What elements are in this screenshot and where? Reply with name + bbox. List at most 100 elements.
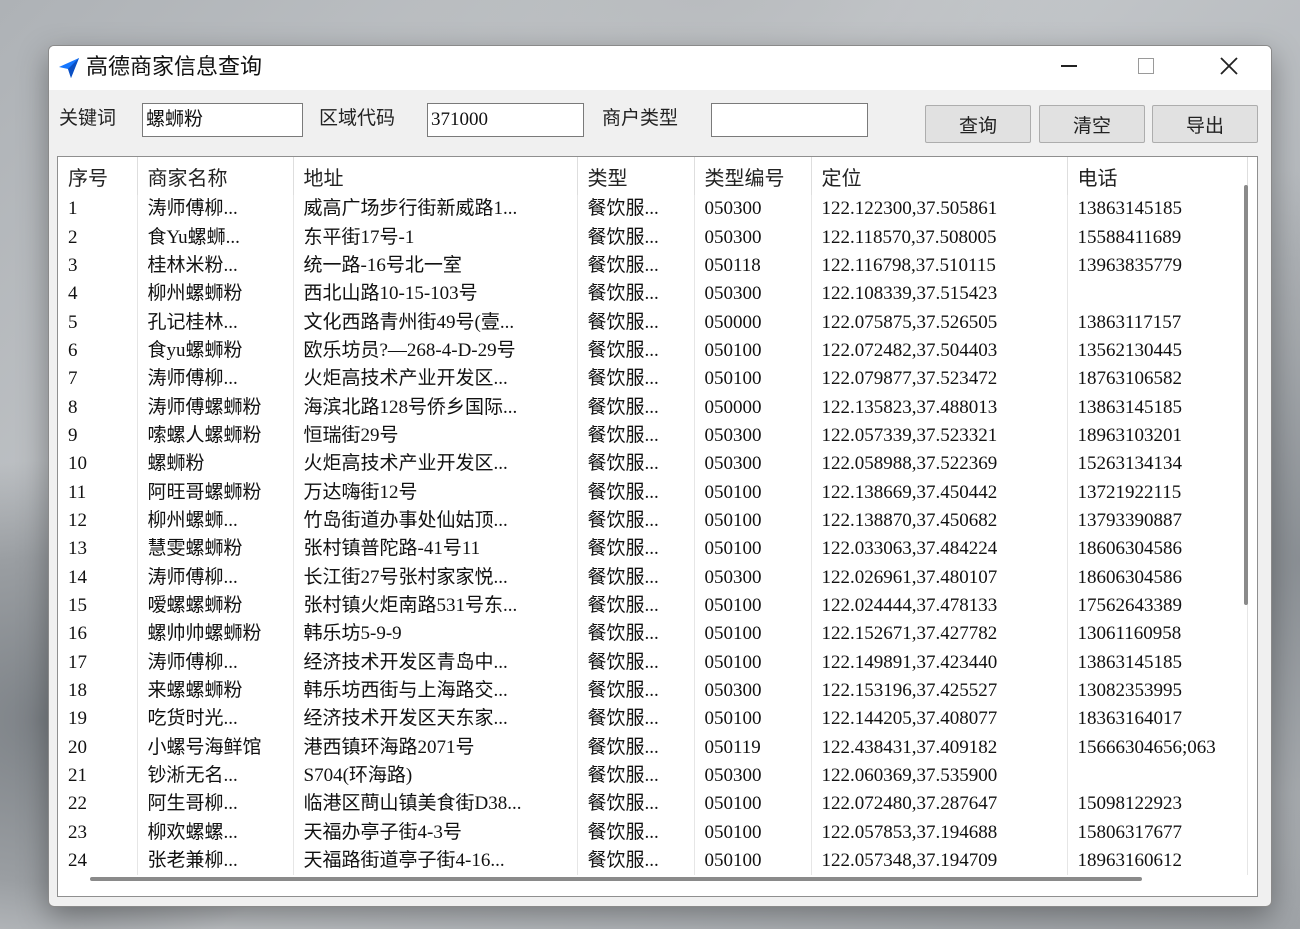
table-cell: 9: [58, 421, 138, 451]
table-cell: 13863145185: [1067, 393, 1248, 422]
table-row[interactable]: 14 涛师傅柳... 长江街27号张村家家悦... 餐饮服... 050300 122.0…: [58, 563, 1248, 592]
table-cell: 慧雯螺蛳粉: [137, 535, 294, 564]
table-cell: 122.152671,37.427782: [811, 620, 1068, 649]
table-cell: 122.057853,37.194688: [811, 818, 1068, 847]
table-cell: 13061160958: [1067, 620, 1248, 649]
table-cell: 涛师傅柳...: [137, 563, 294, 592]
table-cell: 050100: [694, 620, 812, 649]
export-button[interactable]: 导出: [1152, 105, 1258, 143]
minimize-icon[interactable]: [1041, 46, 1097, 86]
table-row[interactable]: 11 阿旺哥螺蛳粉 万达嗨街12号 餐饮服... 050100 122.138669,37…: [58, 478, 1248, 507]
table-cell: 15: [58, 591, 138, 621]
table-row[interactable]: 23 柳欢螺螺... 天福办亭子街4-3号 餐饮服... 050100 122.05785…: [58, 818, 1248, 847]
column-header[interactable]: 序号: [58, 157, 138, 195]
close-icon[interactable]: [1201, 46, 1257, 86]
table-cell: 餐饮服...: [577, 535, 695, 564]
table-cell: 10: [58, 450, 138, 479]
table-cell: 餐饮服...: [577, 705, 695, 734]
table-cell: 张村镇普陀路-41号11: [293, 535, 578, 564]
table-row[interactable]: 22 阿生哥柳... 临港区蔄山镇美食街D38... 餐饮服... 050100 122.…: [58, 790, 1248, 819]
table-row[interactable]: 4 柳州螺蛳粉 西北山路10-15-103号 餐饮服... 050300 122.1083…: [58, 280, 1248, 309]
table-cell: 13963835779: [1067, 251, 1248, 281]
table-cell: 餐饮服...: [577, 421, 695, 451]
results-grid[interactable]: 序号 商家名称 地址 类型 类型编号 定位 电话 1 涛师傅柳... 威高广场步行街…: [57, 156, 1258, 897]
table-cell: 122.122300,37.505861: [811, 195, 1068, 224]
table-cell: 竹岛街道办事处仙姑顶...: [293, 506, 578, 536]
table-row[interactable]: 6 食yu螺蛳粉 欧乐坊员?—268-4-D-29号 餐饮服... 050100 122.…: [58, 336, 1248, 366]
column-header[interactable]: 商家名称: [137, 157, 294, 195]
table-cell: 5: [58, 308, 138, 337]
table-cell: 天福路街道亭子街4-16...: [293, 846, 578, 876]
title-bar[interactable]: 高德商家信息查询: [49, 46, 1271, 90]
column-header[interactable]: 电话: [1067, 157, 1248, 195]
table-row[interactable]: 13 慧雯螺蛳粉 张村镇普陀路-41号11 餐饮服... 050100 122.03306…: [58, 535, 1248, 564]
column-header[interactable]: 类型编号: [694, 157, 812, 195]
table-cell: 050100: [694, 506, 812, 536]
table-cell: 7: [58, 365, 138, 394]
table-cell: 050119: [694, 733, 812, 762]
table-row[interactable]: 20 小螺号海鲜馆 港西镇环海路2071号 餐饮服... 050119 122.43843…: [58, 733, 1248, 762]
table-cell: 050100: [694, 591, 812, 621]
table-row[interactable]: 19 吃货时光... 经济技术开发区天东家... 餐饮服... 050100 122.14…: [58, 705, 1248, 734]
table-row[interactable]: 1 涛师傅柳... 威高广场步行街新威路1... 餐饮服... 050300 122.12…: [58, 195, 1248, 224]
table-row[interactable]: 21 钞淅无名... S704(环海路) 餐饮服... 050300 122.060369…: [58, 761, 1248, 791]
table-row[interactable]: 9 嗦螺人螺蛳粉 恒瑞街29号 餐饮服... 050300 122.057339,37.5…: [58, 421, 1248, 451]
table-cell: 文化西路青州街49号(壹...: [293, 308, 578, 337]
table-row[interactable]: 3 桂林米粉... 统一路-16号北一室 餐饮服... 050118 122.116798…: [58, 251, 1248, 281]
clear-button[interactable]: 清空: [1039, 105, 1145, 143]
table-cell: 122.138870,37.450682: [811, 506, 1068, 536]
maximize-icon[interactable]: [1118, 46, 1174, 86]
column-header[interactable]: 定位: [811, 157, 1068, 195]
table-cell: 050300: [694, 450, 812, 479]
table-cell: 050300: [694, 280, 812, 309]
table-row[interactable]: 24 张老兼柳... 天福路街道亭子街4-16... 餐饮服... 050100 122.…: [58, 846, 1248, 876]
region-code-input[interactable]: 371000: [427, 103, 584, 137]
table-cell: 经济技术开发区天东家...: [293, 705, 578, 734]
table-cell: 3: [58, 251, 138, 281]
vertical-scrollbar[interactable]: [1244, 185, 1248, 605]
table-row[interactable]: 2 食Yu螺蛳... 东平街17号-1 餐饮服... 050300 122.118570,…: [58, 223, 1248, 252]
table-cell: 天福办亭子街4-3号: [293, 818, 578, 847]
table-cell: 15263134134: [1067, 450, 1248, 479]
table-cell: 韩乐坊5-9-9: [293, 620, 578, 649]
table-row[interactable]: 18 来螺螺蛳粉 韩乐坊西街与上海路交... 餐饮服... 050300 122.1531…: [58, 676, 1248, 706]
table-cell: 临港区蔄山镇美食街D38...: [293, 790, 578, 819]
table-cell: 餐饮服...: [577, 478, 695, 507]
table-cell: 火炬高技术产业开发区...: [293, 450, 578, 479]
table-cell: 餐饮服...: [577, 450, 695, 479]
table-cell: 桂林米粉...: [137, 251, 294, 281]
table-row[interactable]: 8 涛师傅螺蛳粉 海滨北路128号侨乡国际... 餐饮服... 050000 122.13…: [58, 393, 1248, 422]
table-cell: 16: [58, 620, 138, 649]
table-cell: 螺帅帅螺蛳粉: [137, 620, 294, 649]
table-row[interactable]: 17 涛师傅柳... 经济技术开发区青岛中... 餐饮服... 050100 122.14…: [58, 648, 1248, 677]
keyword-input[interactable]: 螺蛳粉: [142, 103, 303, 137]
table-cell: 18606304586: [1067, 535, 1248, 564]
table-cell: 122.026961,37.480107: [811, 563, 1068, 592]
table-cell: 1: [58, 195, 138, 224]
table-cell: 22: [58, 790, 138, 819]
table-cell: 统一路-16号北一室: [293, 251, 578, 281]
table-cell: 餐饮服...: [577, 393, 695, 422]
table-row[interactable]: 16 螺帅帅螺蛳粉 韩乐坊5-9-9 餐饮服... 050100 122.152671,3…: [58, 620, 1248, 649]
table-cell: 122.024444,37.478133: [811, 591, 1068, 621]
table-cell: 餐饮服...: [577, 591, 695, 621]
query-button[interactable]: 查询: [925, 105, 1031, 143]
table-row[interactable]: 12 柳州螺蛳... 竹岛街道办事处仙姑顶... 餐饮服... 050100 122.13…: [58, 506, 1248, 536]
table-cell: 122.438431,37.409182: [811, 733, 1068, 762]
table-cell: 122.149891,37.423440: [811, 648, 1068, 677]
table-cell: 东平街17号-1: [293, 223, 578, 252]
table-cell: 餐饮服...: [577, 506, 695, 536]
column-header[interactable]: 地址: [293, 157, 578, 195]
table-cell: 050100: [694, 790, 812, 819]
table-row[interactable]: 5 孔记桂林... 文化西路青州街49号(壹... 餐饮服... 050000 122.0…: [58, 308, 1248, 337]
column-header[interactable]: 类型: [577, 157, 695, 195]
table-cell: 24: [58, 846, 138, 876]
table-header: 序号 商家名称 地址 类型 类型编号 定位 电话: [58, 157, 1248, 195]
table-cell: 餐饮服...: [577, 846, 695, 876]
table-row[interactable]: 10 螺蛳粉 火炬高技术产业开发区... 餐饮服... 050300 122.058988…: [58, 450, 1248, 479]
merchant-type-input[interactable]: [711, 103, 868, 137]
table-row[interactable]: 7 涛师傅柳... 火炬高技术产业开发区... 餐饮服... 050100 122.079…: [58, 365, 1248, 394]
table-row[interactable]: 15 嗳螺螺蛳粉 张村镇火炬南路531号东... 餐饮服... 050100 122.02…: [58, 591, 1248, 621]
horizontal-scrollbar[interactable]: [90, 877, 1142, 881]
table-cell: 螺蛳粉: [137, 450, 294, 479]
